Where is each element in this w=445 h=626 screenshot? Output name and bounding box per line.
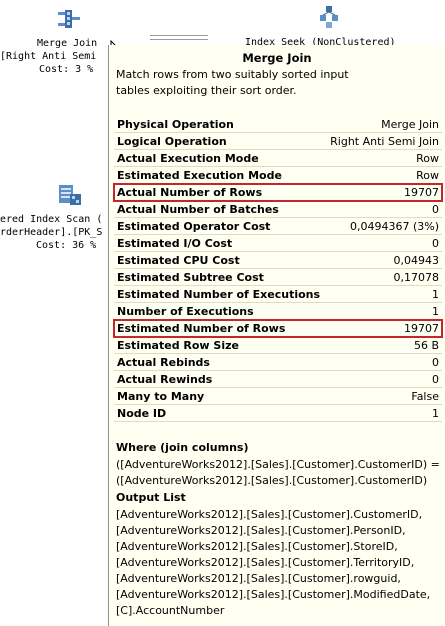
where-line: ([AdventureWorks2012].[Sales].[Customer]…: [116, 474, 428, 487]
output-column: [AdventureWorks2012].[Sales].[Customer].…: [116, 524, 406, 537]
tooltip-title: Merge Join: [242, 51, 312, 65]
property-label: Actual Execution Mode: [117, 152, 259, 165]
where-predicate: ([AdventureWorks2012].[Sales].[Customer]…: [116, 457, 440, 489]
property-label: Actual Rewinds: [117, 373, 213, 386]
property-label: Physical Operation: [117, 118, 234, 131]
property-row: Actual Execution Mode Row: [114, 150, 442, 167]
property-row: Actual Rebinds 0: [114, 354, 442, 371]
operator-tooltip: Merge Join Match rows from two suitably …: [108, 45, 445, 626]
output-list-title: Output List: [116, 491, 186, 504]
property-row: Physical Operation Merge Join: [114, 116, 442, 133]
property-label: Number of Executions: [117, 305, 254, 318]
property-label: Estimated Execution Mode: [117, 169, 282, 182]
property-row: Actual Number of Rows 19707: [113, 183, 443, 202]
property-value: 0,0494367 (3%): [349, 220, 439, 233]
clustered-index-scan-icon[interactable]: [57, 183, 83, 211]
property-label: Estimated CPU Cost: [117, 254, 240, 267]
property-row: Estimated CPU Cost 0,04943: [114, 252, 442, 269]
plan-arrow-line: [150, 35, 208, 36]
where-line: ([AdventureWorks2012].[Sales].[Customer]…: [116, 458, 440, 471]
merge-join-subtitle: [Right Anti Semi: [0, 51, 97, 62]
property-value: 1: [432, 305, 439, 318]
property-row: Actual Rewinds 0: [114, 371, 442, 388]
property-value: Row: [416, 152, 439, 165]
property-value: Row: [416, 169, 439, 182]
property-value: 0: [432, 237, 439, 250]
property-row: Estimated Operator Cost 0,0494367 (3%): [114, 218, 442, 235]
property-value: 56 B: [413, 339, 439, 352]
property-label: Actual Rebinds: [117, 356, 210, 369]
property-value: 0: [432, 373, 439, 386]
clustered-index-scan-cost: Cost: 36 %: [36, 240, 97, 251]
output-column: [AdventureWorks2012].[Sales].[Customer].…: [116, 540, 398, 553]
index-seek-icon[interactable]: [318, 5, 340, 33]
property-label: Estimated Subtree Cost: [117, 271, 264, 284]
property-row: Actual Number of Batches 0: [114, 201, 442, 218]
plan-arrow-line: [150, 39, 208, 40]
property-row: Node ID 1: [114, 405, 442, 422]
property-row: Logical Operation Right Anti Semi Join: [114, 133, 442, 150]
property-value: 0,04943: [393, 254, 440, 267]
property-row: Number of Executions 1: [114, 303, 442, 320]
merge-join-label[interactable]: Merge Join: [37, 37, 97, 50]
property-value: Merge Join: [381, 118, 439, 131]
clustered-index-scan-label[interactable]: ered Index Scan (: [0, 213, 102, 226]
property-label: Actual Number of Batches: [117, 203, 279, 216]
property-value: 0: [432, 203, 439, 216]
property-row: Estimated Execution Mode Row: [114, 167, 442, 184]
output-column: [AdventureWorks2012].[Sales].[Customer].…: [116, 572, 401, 585]
property-row: Estimated Number of Rows 19707: [113, 319, 443, 338]
merge-join-cost: Cost: 3 %: [39, 64, 94, 75]
property-row: Estimated Row Size 56 B: [114, 337, 442, 354]
property-value: 0,17078: [393, 271, 440, 284]
property-value: 1: [432, 288, 439, 301]
property-value: Right Anti Semi Join: [330, 135, 439, 148]
property-row: Estimated Number of Executions 1: [114, 286, 442, 303]
property-label: Estimated Number of Executions: [117, 288, 321, 301]
property-value: False: [411, 390, 439, 403]
property-label: Estimated Operator Cost: [117, 220, 271, 233]
output-column: [AdventureWorks2012].[Sales].[Customer].…: [116, 556, 415, 569]
where-title: Where (join columns): [116, 441, 249, 454]
output-column: [AdventureWorks2012].[Sales].[Customer].…: [116, 508, 423, 521]
property-label: Many to Many: [117, 390, 205, 403]
property-value: 19707: [404, 186, 439, 199]
properties-table: Physical Operation Merge Join Logical Oper…: [113, 116, 443, 422]
property-row: Estimated I/O Cost 0: [114, 235, 442, 252]
clustered-index-scan-object: rderHeader].[PK_S: [0, 227, 103, 238]
property-label: Actual Number of Rows: [117, 186, 263, 199]
output-column: [C].AccountNumber: [116, 604, 225, 617]
merge-join-icon[interactable]: [57, 8, 81, 34]
property-row: Many to Many False: [114, 388, 442, 405]
output-list: [AdventureWorks2012].[Sales].[Customer].…: [116, 507, 436, 619]
property-label: Estimated I/O Cost: [117, 237, 233, 250]
output-column: [AdventureWorks2012].[Sales].[Customer].…: [116, 588, 431, 601]
property-label: Logical Operation: [117, 135, 227, 148]
property-value: 1: [432, 407, 439, 420]
property-value: 0: [432, 356, 439, 369]
tooltip-description: Match rows from two suitably sorted inpu…: [116, 68, 349, 97]
property-label: Estimated Row Size: [117, 339, 239, 352]
property-label: Estimated Number of Rows: [117, 322, 286, 335]
property-row: Estimated Subtree Cost 0,17078: [114, 269, 442, 286]
property-value: 19707: [404, 322, 439, 335]
property-label: Node ID: [117, 407, 167, 420]
